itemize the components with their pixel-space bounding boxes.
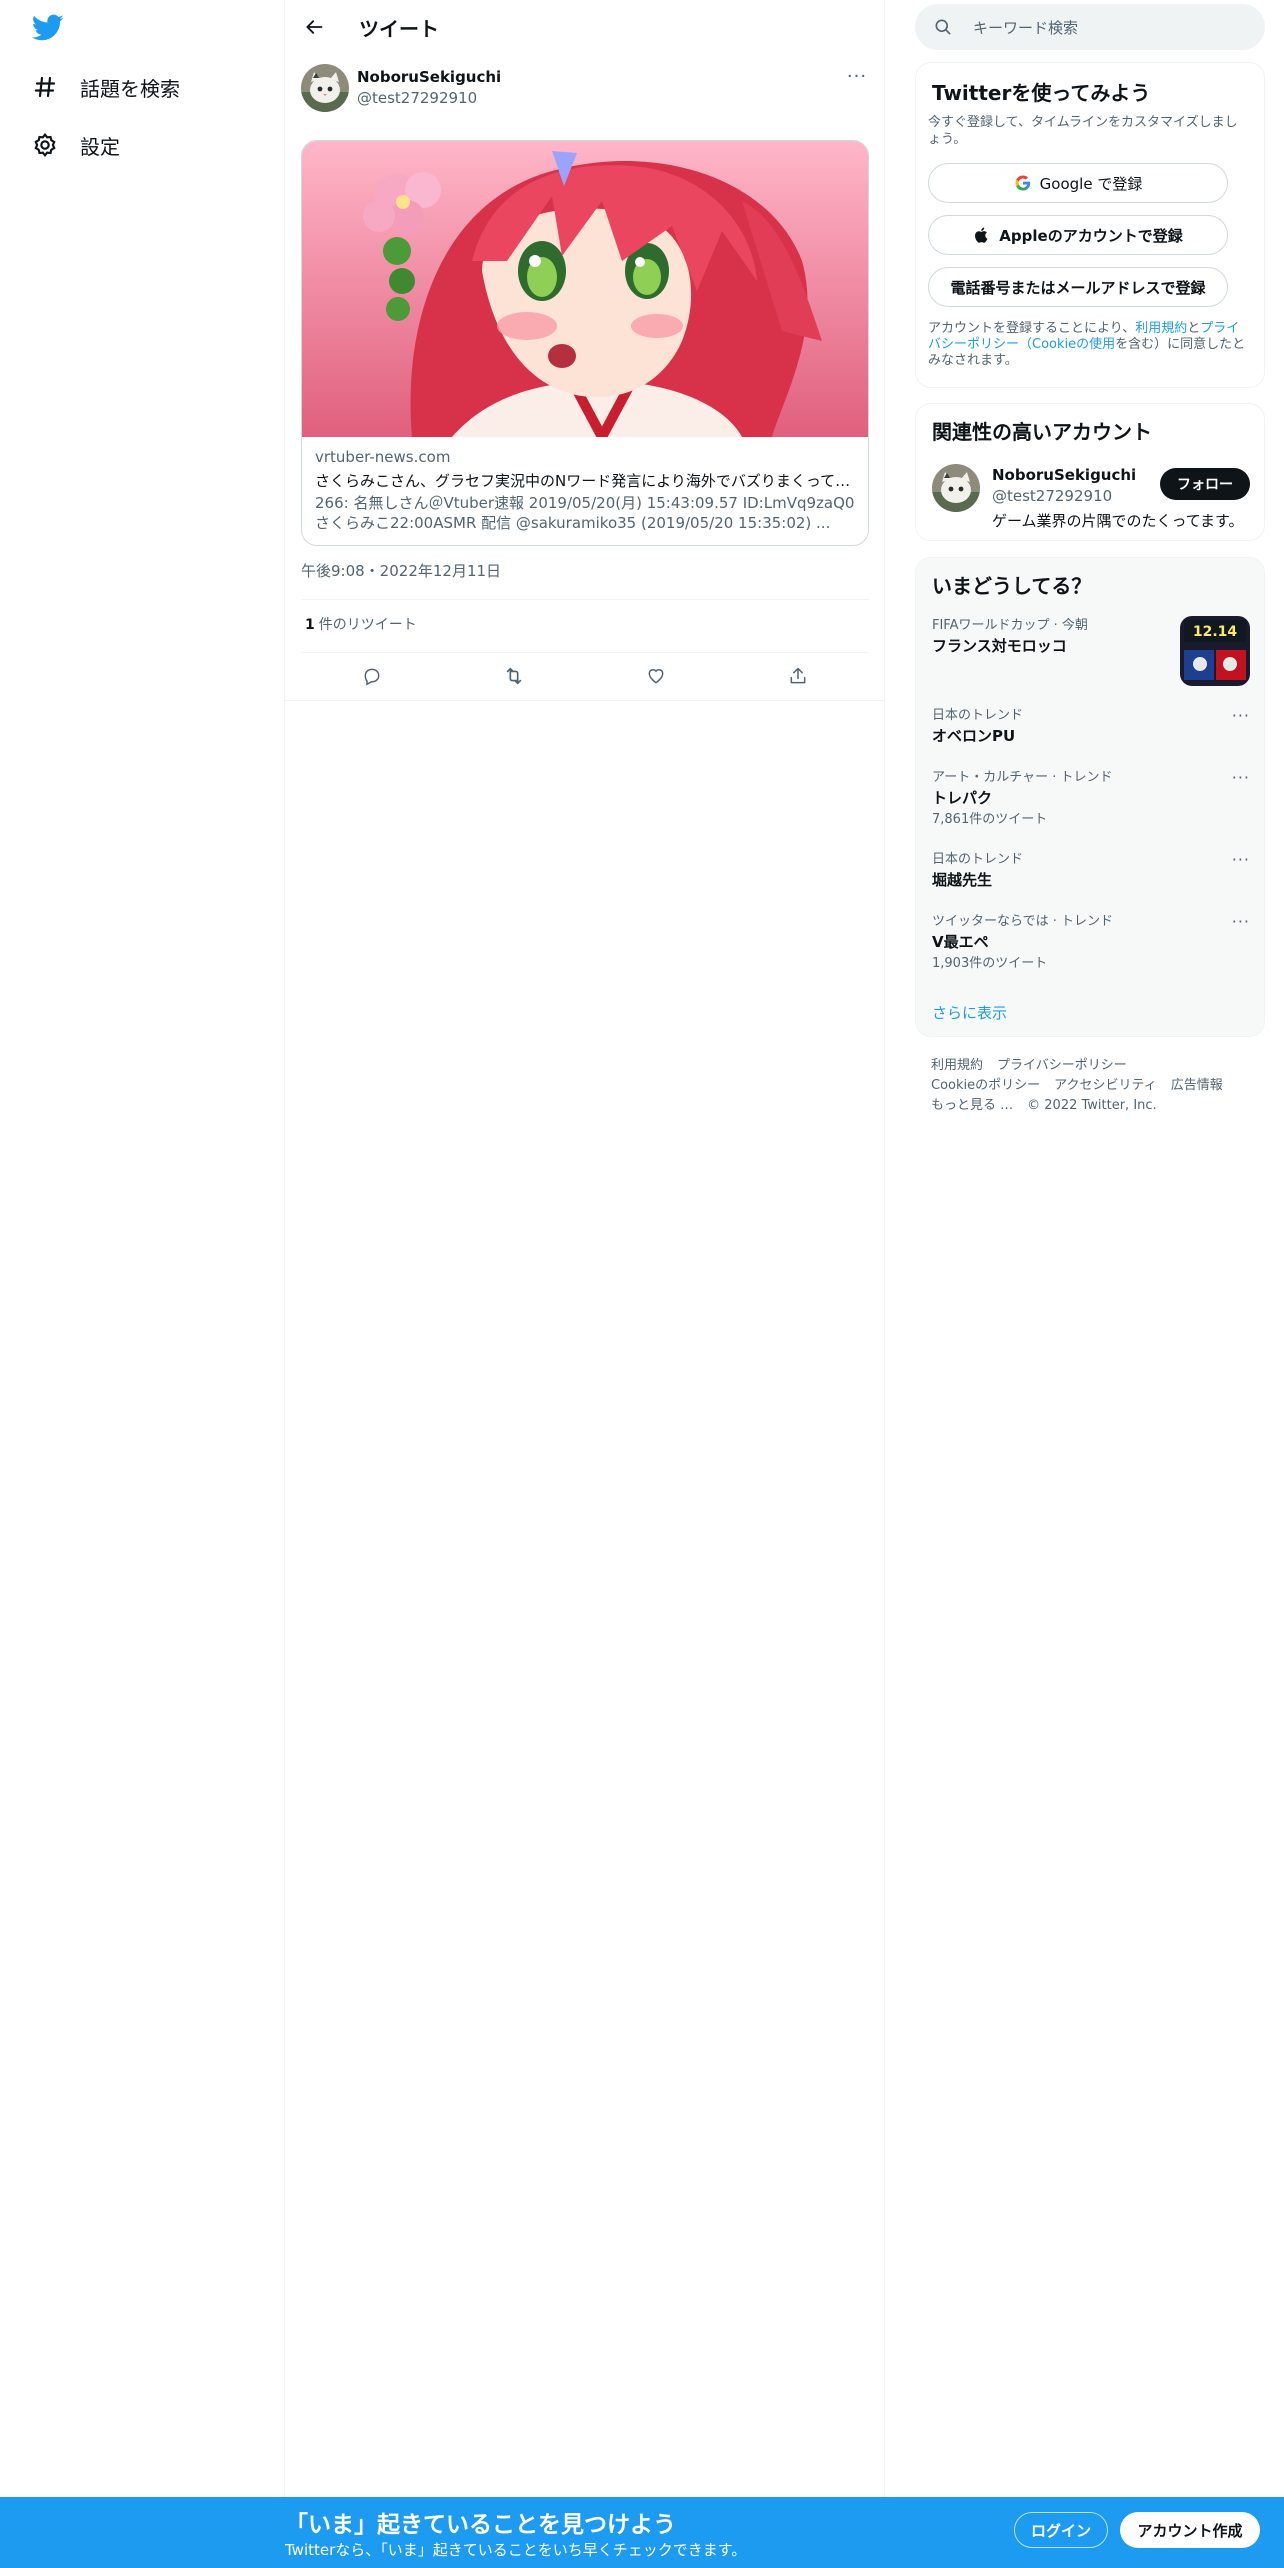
card-domain: vrtuber-news.com: [315, 448, 451, 466]
trend-count: 7,861件のツイート: [932, 812, 1048, 827]
banner-subtitle: Twitterなら、「いま」起きていることをいち早くチェックできます。: [285, 2541, 747, 2559]
banner-title: 「いま」起きていることを見つけよう: [285, 2512, 676, 2538]
legal-text: アカウントを登録することにより、: [928, 321, 1136, 336]
trend-item[interactable]: 日本のトレンド オベロンPU ···: [932, 706, 1250, 746]
share-icon[interactable]: [780, 658, 816, 694]
trend-context: ツイッターならでは · トレンド: [932, 914, 1114, 929]
retweet-count-label: 件のリツイート: [318, 617, 417, 633]
retweet-icon[interactable]: [496, 658, 532, 694]
footer-terms[interactable]: 利用規約: [931, 1058, 983, 1073]
more-options-icon[interactable]: ···: [1232, 850, 1250, 869]
related-name[interactable]: NoboruSekiguchi: [992, 466, 1136, 484]
more-options-icon[interactable]: ···: [845, 68, 869, 92]
related-title: 関連性の高いアカウント: [932, 420, 1152, 444]
tweet-actions: [301, 652, 869, 700]
signup-legal: アカウントを登録することにより、利用規約とプライバシーポリシー（Cookieの使…: [928, 321, 1250, 369]
more-options-icon[interactable]: ···: [1232, 706, 1250, 725]
search-input[interactable]: キーワード検索: [973, 17, 1078, 38]
show-more-link[interactable]: さらに表示: [932, 1002, 1007, 1023]
hashtag-icon: [30, 72, 60, 102]
google-signup-label: Google で登録: [1039, 174, 1143, 193]
footer-accessibility[interactable]: アクセシビリティ: [1054, 1078, 1157, 1093]
card-meta: vrtuber-news.com さくらみこさん、グラセフ実況中のNワード発言に…: [315, 447, 855, 533]
trend-context: アート・カルチャー · トレンド: [932, 770, 1113, 785]
nav-settings-label: 設定: [80, 134, 120, 159]
nav-explore[interactable]: 話題を検索: [30, 67, 180, 107]
reply-icon[interactable]: [354, 658, 390, 694]
google-icon: [1015, 175, 1030, 191]
nav-settings[interactable]: 設定: [30, 125, 120, 165]
cookie-link[interactable]: Cookieの使用: [1032, 337, 1115, 352]
trend-context: 日本のトレンド: [932, 708, 1024, 723]
cookie-paren: （: [1019, 337, 1033, 352]
author-avatar[interactable]: [301, 64, 349, 112]
trend-count: 1,903件のツイート: [932, 956, 1048, 971]
trend-title: トレパク: [932, 789, 993, 807]
footer-privacy[interactable]: プライバシーポリシー: [997, 1058, 1127, 1073]
related-avatar[interactable]: [932, 464, 980, 512]
author-name[interactable]: NoboruSekiguchi: [357, 68, 501, 86]
search-bar[interactable]: キーワード検索: [915, 4, 1265, 50]
create-account-button[interactable]: アカウント作成: [1120, 2512, 1260, 2548]
related-handle[interactable]: @test27292910: [992, 487, 1112, 505]
link-card[interactable]: vrtuber-news.com さくらみこさん、グラセフ実況中のNワード発言に…: [301, 140, 869, 546]
card-image: [302, 141, 868, 448]
trend-title: V最エペ: [932, 933, 989, 951]
more-options-icon[interactable]: ···: [1232, 912, 1250, 931]
login-button[interactable]: ログイン: [1014, 2512, 1108, 2548]
tweet-timestamp[interactable]: 午後9:08・2022年12月11日: [301, 560, 501, 581]
footer-ads[interactable]: 広告情報: [1171, 1078, 1223, 1093]
trend-title: オベロンPU: [932, 727, 1016, 745]
signup-subtitle: 今すぐ登録して、タイムラインをカスタマイズしましょう。: [928, 115, 1238, 147]
more-options-icon[interactable]: ···: [1232, 768, 1250, 787]
retweet-count-number: 1: [305, 617, 315, 633]
thumb-score: 12.14: [1193, 624, 1238, 640]
trends-title: いまどうしてる？: [932, 574, 1092, 598]
bottom-signup-banner: 「いま」起きていることを見つけよう Twitterなら、「いま」起きていることを…: [0, 2497, 1284, 2568]
divider: [285, 700, 885, 701]
related-bio: ゲーム業界の片隅でのたくってます。: [992, 512, 1244, 530]
apple-signup-button[interactable]: Appleのアカウントで登録: [928, 215, 1228, 255]
google-signup-button[interactable]: Google で登録: [928, 163, 1228, 203]
follow-button[interactable]: フォロー: [1160, 468, 1250, 500]
twitter-logo-icon[interactable]: [31, 14, 64, 42]
search-icon: [935, 19, 951, 35]
signup-title: Twitterを使ってみよう: [932, 81, 1151, 105]
tweet-detail-column: ツイート NoboruSekiguchi @test27292910 ··· v…: [285, 0, 885, 2500]
back-arrow-icon[interactable]: [301, 14, 327, 40]
gear-icon: [30, 130, 60, 160]
trend-item[interactable]: ツイッターならでは · トレンド V最エペ 1,903件のツイート ···: [932, 912, 1250, 972]
nav-explore-label: 話題を検索: [80, 76, 180, 101]
author-handle[interactable]: @test27292910: [357, 89, 477, 107]
left-navigation: 話題を検索 設定: [0, 0, 285, 2568]
phone-email-signup-label: 電話番号またはメールアドレスで登録: [950, 278, 1206, 297]
footer-more[interactable]: もっと見る …: [931, 1098, 1013, 1113]
footer-links: 利用規約 プライバシーポリシー Cookieのポリシー アクセシビリティ 広告情報 も…: [931, 1056, 1261, 1116]
tweet-header: ツイート: [285, 0, 885, 53]
page-title: ツイート: [359, 17, 439, 41]
related-accounts-panel: 関連性の高いアカウント NoboruSekiguchi @test2729291…: [915, 403, 1265, 541]
trend-item[interactable]: アート・カルチャー · トレンド トレパク 7,861件のツイート ···: [932, 768, 1250, 828]
apple-icon: [975, 227, 988, 243]
divider: [301, 599, 869, 600]
trend-title: 堀越先生: [932, 871, 993, 889]
trends-panel: いまどうしてる？ FIFAワールドカップ · 今朝 フランス対モロッコ 12.1…: [915, 557, 1265, 1037]
footer-cookie[interactable]: Cookieのポリシー: [931, 1078, 1040, 1093]
card-title: さくらみこさん、グラセフ実況中のNワード発言により海外でバズりまくって…: [315, 472, 851, 490]
phone-email-signup-button[interactable]: 電話番号またはメールアドレスで登録: [928, 267, 1228, 307]
terms-link[interactable]: 利用規約: [1135, 321, 1187, 336]
like-icon[interactable]: [638, 658, 674, 694]
trend-context: 日本のトレンド: [932, 852, 1024, 867]
trend-item[interactable]: FIFAワールドカップ · 今朝 フランス対モロッコ 12.14: [932, 616, 1250, 686]
footer-copyright: © 2022 Twitter, Inc.: [1027, 1098, 1157, 1113]
legal-text: と: [1187, 321, 1201, 336]
trend-item[interactable]: 日本のトレンド 堀越先生 ···: [932, 850, 1250, 890]
retweet-count[interactable]: 1 件のリツイート: [305, 614, 417, 634]
tweet-author: NoboruSekiguchi @test27292910 ···: [301, 64, 869, 116]
trend-thumbnail: 12.14: [1180, 616, 1250, 686]
card-description: 266: 名無しさん＠Vtuber速報 2019/05/20(月) 15:43:…: [315, 494, 855, 532]
apple-signup-label: Appleのアカウントで登録: [999, 226, 1183, 245]
signup-panel: Twitterを使ってみよう 今すぐ登録して、タイムラインをカスタマイズしましょ…: [915, 62, 1265, 388]
